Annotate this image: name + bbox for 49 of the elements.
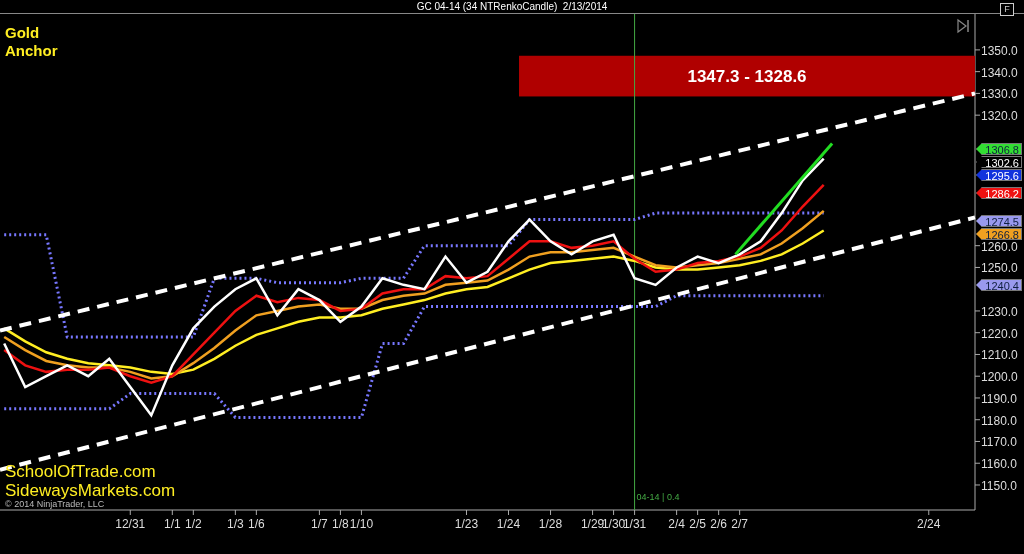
skip-end-icon[interactable] [957,18,969,34]
x-axis-label: 1/8 [332,517,349,531]
y-axis-label: 1180.0 [981,413,1017,428]
y-axis-label: 1150.0 [981,479,1017,493]
marker-label: 04-14 | 0.4 [636,492,680,502]
x-axis-label: 1/6 [248,517,265,531]
panel-button[interactable]: F [1000,3,1014,16]
price-tag: 1266.8 [976,228,1022,240]
x-axis-label: 1/2 [185,517,202,531]
x-axis-label: 1/10 [349,517,374,531]
copyright-text: © 2014 NinjaTrader, LLC [5,500,105,509]
price-tag: 1286.2 [976,187,1022,199]
y-axis-label: 1220.0 [981,326,1018,341]
x-axis-label: 1/28 [538,517,563,531]
y-axis-label: 1320.0 [981,109,1018,124]
price-tag: 1302.6 [976,156,1022,168]
x-axis-label: 1/1 [163,517,181,531]
x-axis-label: 12/31 [115,517,146,531]
y-axis-label: 1160.0 [981,457,1017,472]
x-axis-label: 1/24 [496,517,521,531]
y-axis-label: 1210.0 [981,348,1018,363]
price-tag: 1240.4 [976,279,1022,291]
x-axis-label: 2/5 [689,517,706,531]
x-axis-label: 1/29 [580,517,605,531]
x-axis-label: 1/3 [227,517,244,531]
chart-label: Gold [5,24,41,42]
x-axis-label: 2/6 [710,517,727,531]
x-axis-label: 2/4 [668,517,685,531]
y-axis-label: 1190.0 [981,391,1017,406]
x-axis-label: 1/23 [454,517,479,531]
website-text: SchoolOfTrade.com [5,462,156,481]
price-tag: 1295.6 [976,169,1022,181]
y-axis-label: 1340.0 [981,65,1018,80]
y-axis-label: 1170.0 [981,435,1017,450]
y-axis-label: 1200.0 [981,370,1018,385]
y-axis-label: 1250.0 [981,261,1018,276]
x-axis-label: 2/7 [731,517,748,531]
chart-title: GC 04-14 (34 NTRenkoCandle) 2/13/2014 [416,0,608,13]
chart-label: Anchor [5,42,58,60]
y-axis-label: 1260.0 [981,239,1018,254]
y-axis-label: 1350.0 [981,43,1018,58]
x-axis-label: 1/7 [311,517,328,531]
price-zone: 1347.3 - 1328.6 [519,55,975,97]
website-text: SidewaysMarkets.com [5,481,176,500]
x-axis-label: 2/24 [917,517,941,531]
y-axis-label: 1230.0 [981,304,1018,319]
y-axis-label: 1330.0 [981,87,1018,102]
price-tag: 1306.8 [976,143,1022,155]
price-tag: 1274.5 [976,215,1022,227]
